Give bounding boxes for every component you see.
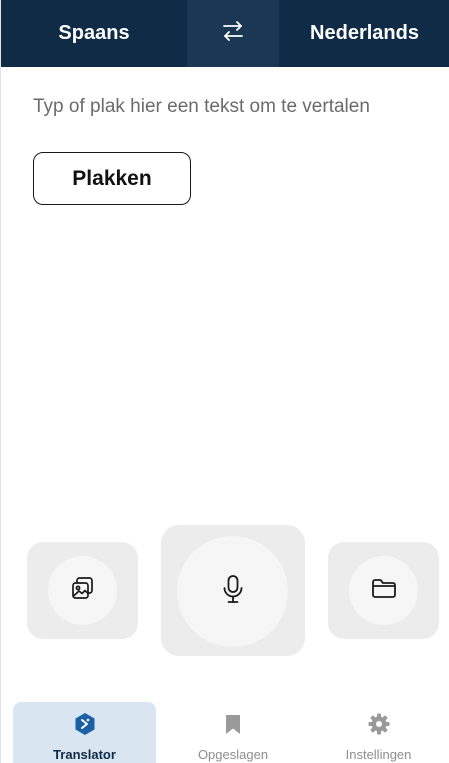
nav-label-saved: Opgeslagen [197,747,269,762]
language-header: Spaans Nederlands [1,0,449,67]
paste-button[interactable]: Plakken [33,152,191,205]
nav-tab-settings[interactable]: Instellingen [307,702,449,763]
document-translate-tile [328,542,439,639]
folder-icon [370,575,398,606]
swap-languages-button[interactable] [187,0,279,67]
voice-translate-tile [161,525,305,656]
nav-label-settings: Instellingen [345,747,412,762]
translator-app: Spaans Nederlands Typ of plak hier een t… [0,0,449,763]
microphone-button[interactable] [177,536,288,647]
target-language-selector[interactable]: Nederlands [279,0,449,67]
bookmark-icon [224,712,242,736]
image-translate-button[interactable] [48,556,117,625]
image-gallery-icon [68,573,98,608]
bottom-navigation: Translator Opgeslagen Instellingen [1,702,449,763]
document-translate-button[interactable] [349,556,418,625]
image-translate-tile [27,542,138,639]
swap-arrows-icon [220,18,246,49]
source-language-label: Spaans [58,22,130,44]
nav-tab-saved[interactable]: Opgeslagen [159,702,307,763]
gear-icon [367,712,391,736]
nav-tab-translator[interactable]: Translator [13,702,156,763]
target-language-label: Nederlands [310,22,419,44]
translator-logo-icon [74,712,96,736]
source-language-selector[interactable]: Spaans [1,0,187,67]
source-text-input[interactable]: Typ of plak hier een tekst om te vertale… [33,96,370,118]
nav-label-translator: Translator [53,747,116,762]
microphone-icon [218,573,248,610]
